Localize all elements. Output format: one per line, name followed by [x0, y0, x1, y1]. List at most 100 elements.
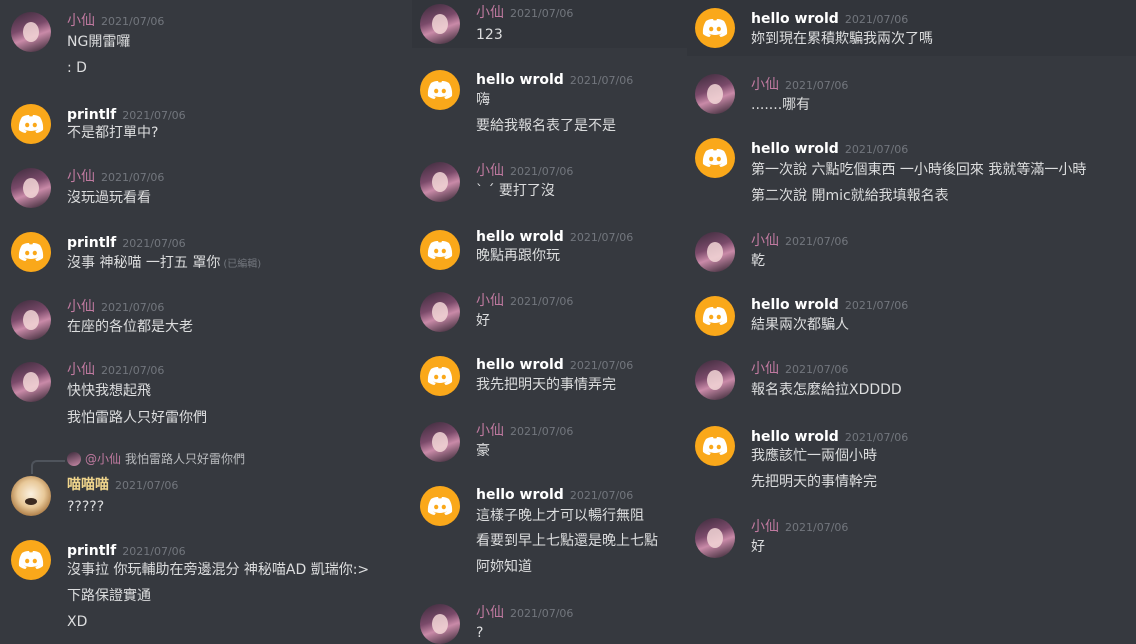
edited-label: (已編輯) [223, 259, 262, 270]
avatar[interactable] [11, 476, 51, 516]
username[interactable]: hello wrold [476, 229, 564, 245]
username[interactable]: 小仙 [476, 293, 504, 309]
avatar[interactable] [11, 362, 51, 402]
avatar[interactable] [695, 518, 735, 558]
message[interactable]: 喵喵喵 2021/07/06 ????? [0, 470, 412, 532]
username[interactable]: hello wrold [751, 141, 839, 157]
message-text: XD [67, 614, 88, 630]
username[interactable]: 小仙 [67, 13, 95, 29]
username[interactable]: printlf [67, 235, 116, 251]
avatar[interactable] [11, 232, 51, 272]
username[interactable]: hello wrold [751, 297, 839, 313]
timestamp: 2021/07/06 [510, 295, 574, 308]
avatar[interactable] [420, 4, 460, 44]
avatar[interactable] [11, 12, 51, 52]
message-text: 報名表怎麼給拉XDDDD [751, 382, 902, 398]
message[interactable]: 小仙 2021/07/06 沒玩過玩看看 [0, 160, 412, 224]
message-text: ? [476, 625, 484, 641]
avatar[interactable] [695, 8, 735, 48]
username[interactable]: 小仙 [476, 605, 504, 621]
message-text: 快快我想起飛 [67, 383, 151, 399]
message[interactable]: 小仙 2021/07/06 好 [687, 512, 1136, 576]
username[interactable]: printlf [67, 107, 116, 123]
username[interactable]: 小仙 [476, 163, 504, 179]
reply-mention[interactable]: @小仙 [85, 450, 121, 467]
message[interactable]: 小仙 2021/07/06 好 [412, 286, 687, 348]
avatar[interactable] [11, 104, 51, 144]
avatar[interactable] [420, 70, 460, 110]
message[interactable]: hello wrold 2021/07/06 晚點再跟你玩 [412, 224, 687, 286]
username[interactable]: 小仙 [751, 519, 779, 535]
username[interactable]: 小仙 [751, 361, 779, 377]
message-text: 沒事拉 你玩輔助在旁邊混分 神秘喵AD 凱瑞你:> [67, 562, 370, 578]
timestamp: 2021/07/06 [122, 109, 186, 122]
timestamp: 2021/07/06 [569, 489, 634, 502]
timestamp: 2021/07/06 [844, 431, 909, 444]
avatar[interactable] [695, 426, 735, 466]
username[interactable]: 小仙 [476, 5, 504, 21]
username[interactable]: 小仙 [67, 169, 95, 185]
username[interactable]: 小仙 [751, 77, 779, 93]
username[interactable]: hello wrold [751, 11, 839, 27]
avatar[interactable] [420, 292, 460, 332]
avatar[interactable] [695, 138, 735, 178]
message[interactable]: 小仙 2021/07/06 123 [412, 0, 687, 48]
username[interactable]: hello wrold [751, 429, 839, 445]
reply-text[interactable]: 我怕雷路人只好雷你們 [125, 450, 245, 467]
message[interactable]: hello wrold 2021/07/06 我應該忙一兩個小時 先把明天的事情幹… [687, 420, 1136, 512]
message[interactable]: 小仙 2021/07/06 ? [412, 598, 687, 644]
message[interactable]: 小仙 2021/07/06 在座的各位都是大老 [0, 290, 412, 352]
message[interactable]: 小仙 2021/07/06 ` ´ 要打了沒 [412, 156, 687, 224]
username[interactable]: 喵喵喵 [67, 477, 109, 493]
message[interactable]: hello wrold 2021/07/06 我先把明天的事情弄完 [412, 348, 687, 414]
message[interactable]: 小仙 2021/07/06 .......哪有 [687, 66, 1136, 130]
username[interactable]: hello wrold [476, 357, 564, 373]
message[interactable]: hello wrold 2021/07/06 妳到現在累積欺騙我兩次了嗎 [687, 0, 1136, 56]
username[interactable]: hello wrold [476, 72, 564, 88]
message[interactable]: hello wrold 2021/07/06 嗨 要給我報名表了是不是 [412, 60, 687, 156]
message[interactable]: printlf 2021/07/06 不是都打單中? [0, 96, 412, 160]
timestamp: 2021/07/06 [101, 301, 165, 314]
avatar[interactable] [420, 356, 460, 396]
message[interactable]: 小仙 2021/07/06 快快我想起飛 我怕雷路人只好雷你們 [0, 352, 412, 442]
avatar[interactable] [695, 296, 735, 336]
avatar[interactable] [420, 486, 460, 526]
avatar[interactable] [420, 162, 460, 202]
chat-column-1: 小仙 2021/07/06 NG開雷囉 : D printlf 2021/07/06… [0, 0, 412, 644]
message-text: 好 [476, 313, 490, 329]
message[interactable]: printlf 2021/07/06 沒事 神秘喵 一打五 罩你 (已編輯) [0, 224, 412, 290]
message[interactable]: hello wrold 2021/07/06 第一次說 六點吃個東西 一小時後回來… [687, 130, 1136, 226]
avatar[interactable] [695, 360, 735, 400]
message-text: 在座的各位都是大老 [67, 319, 193, 335]
reply-preview[interactable]: @小仙 我怕雷路人只好雷你們 [67, 450, 245, 467]
username[interactable]: 小仙 [67, 299, 95, 315]
avatar[interactable] [11, 300, 51, 340]
message[interactable]: 小仙 2021/07/06 報名表怎麼給拉XDDDD [687, 352, 1136, 420]
avatar[interactable] [420, 604, 460, 644]
message-text: 晚點再跟你玩 [476, 248, 560, 264]
avatar[interactable] [695, 232, 735, 272]
message[interactable]: 小仙 2021/07/06 NG開雷囉 : D [0, 0, 412, 96]
message-text: 嗨 [476, 92, 490, 108]
message[interactable]: 小仙 2021/07/06 乾 [687, 226, 1136, 290]
avatar[interactable] [11, 540, 51, 580]
message-text: 阿妳知道 [476, 559, 532, 575]
timestamp: 2021/07/06 [844, 143, 909, 156]
username[interactable]: printlf [67, 543, 116, 559]
message[interactable]: hello wrold 2021/07/06 這樣子晚上才可以暢行無阻 看要到早上… [412, 478, 687, 598]
message-text: NG開雷囉 [67, 34, 131, 50]
username[interactable]: 小仙 [751, 233, 779, 249]
avatar[interactable] [420, 422, 460, 462]
timestamp: 2021/07/06 [122, 545, 186, 558]
username[interactable]: 小仙 [476, 423, 504, 439]
avatar[interactable] [420, 230, 460, 270]
avatar[interactable] [11, 168, 51, 208]
username[interactable]: hello wrold [476, 487, 564, 503]
avatar[interactable] [695, 74, 735, 114]
discord-logo-icon [702, 19, 728, 37]
message[interactable]: 小仙 2021/07/06 豪 [412, 414, 687, 478]
message-text: 第二次說 開mic就給我填報名表 [751, 188, 949, 204]
username[interactable]: 小仙 [67, 362, 95, 378]
message[interactable]: printlf 2021/07/06 沒事拉 你玩輔助在旁邊混分 神秘喵AD 凱瑞… [0, 532, 412, 644]
message[interactable]: hello wrold 2021/07/06 結果兩次都騙人 [687, 290, 1136, 352]
